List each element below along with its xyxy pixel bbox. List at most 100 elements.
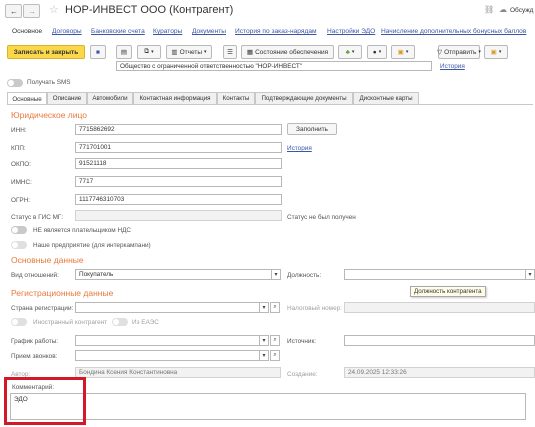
country-search-button[interactable]: ⌕: [270, 302, 280, 313]
country-label: Страна регистрации:: [11, 305, 74, 312]
table-icon: ▦: [246, 49, 254, 56]
relation-label: Вид отношений:: [11, 272, 59, 279]
fill-button[interactable]: Заполнить: [287, 123, 337, 135]
kpp-label: КПП:: [11, 145, 26, 152]
tab-bonus-points[interactable]: Начисление дополнительных бонусных балло…: [381, 28, 526, 35]
tab-contacts[interactable]: Контакты: [217, 92, 255, 104]
create-based-button[interactable]: ▣ ▾: [391, 45, 415, 59]
gis-status-label: Статус в ГИС МГ:: [11, 214, 64, 221]
calls-search-button[interactable]: ⌕: [270, 350, 280, 361]
save-button[interactable]: ■: [90, 45, 106, 59]
reports-label: Отчеты: [179, 48, 203, 56]
country-dropdown-button[interactable]: ▾: [259, 302, 269, 313]
tab-contracts[interactable]: Договоры: [52, 28, 82, 35]
position-select[interactable]: [344, 269, 531, 280]
status-label: Состояние обеспечения: [255, 48, 329, 56]
print-button[interactable]: ▤: [116, 45, 132, 59]
created-label: Создание:: [287, 371, 318, 378]
fill-button-label: Заполнить: [296, 125, 328, 133]
back-button[interactable]: ←: [5, 4, 22, 18]
list-icon: ☰: [227, 49, 233, 56]
tab-divider: [7, 104, 533, 105]
tab-edo-settings[interactable]: Настройки ЭДО: [327, 28, 375, 35]
more-button[interactable]: ● ▾: [367, 45, 387, 59]
position-dropdown-button[interactable]: ▾: [525, 269, 535, 280]
chevron-down-icon: ▾: [262, 353, 266, 359]
relation-select[interactable]: Покупатель: [75, 269, 281, 280]
tab-bank-accounts[interactable]: Банковские счета: [91, 28, 145, 35]
tab-supporting-docs[interactable]: Подтверждающие документы: [255, 92, 353, 104]
position-tooltip: Должность контрагента: [410, 286, 486, 297]
name-history-link[interactable]: История: [440, 63, 465, 70]
created-field: 24.09.2025 12:33:26: [344, 367, 535, 378]
imns-field[interactable]: 7717: [75, 176, 282, 187]
copy-icon: ⧉: [144, 48, 150, 55]
calls-dropdown-button[interactable]: ▾: [259, 350, 269, 361]
group-button[interactable]: ♣ ▾: [338, 45, 362, 59]
source-label: Источник:: [287, 338, 317, 345]
tab-discount-cards-label: Дисконтные карты: [359, 95, 413, 102]
attach-button[interactable]: ▣ ▾: [484, 45, 508, 59]
eaes-label: Из ЕАЭС: [132, 319, 159, 326]
send-icon: ▽: [437, 49, 443, 56]
tab-contacts-label: Контакты: [222, 95, 250, 102]
chevron-down-icon: ▾: [351, 49, 355, 55]
schedule-dropdown-button[interactable]: ▾: [259, 335, 269, 346]
tab-description-label: Описание: [52, 95, 82, 102]
tab-description[interactable]: Описание: [47, 92, 87, 104]
ogrn-field[interactable]: 1117746310703: [75, 194, 282, 205]
tab-contact-info[interactable]: Контактная информация: [133, 92, 217, 104]
attach-icon: ▣: [490, 49, 497, 56]
registration-section: Регистрационные данные: [11, 288, 114, 298]
more-icon: ●: [372, 48, 377, 56]
comment-field[interactable]: ЭДО: [10, 393, 526, 420]
schedule-field[interactable]: [75, 335, 269, 346]
tab-basic-label: Основные: [12, 95, 42, 103]
discuss-icon[interactable]: ☁: [499, 6, 507, 14]
tab-main[interactable]: Основное: [12, 28, 42, 35]
relation-dropdown-button[interactable]: ▾: [271, 269, 281, 280]
gis-status-text: Статус не был получен: [287, 214, 356, 221]
schedule-search-button[interactable]: ⌕: [270, 335, 280, 346]
okpo-field[interactable]: 91521118: [75, 158, 282, 169]
inn-field[interactable]: 7715862692: [75, 124, 282, 135]
save-and-close-button[interactable]: Записать и закрыть: [7, 45, 85, 59]
tab-curators[interactable]: Кураторы: [153, 28, 182, 35]
vat-toggle[interactable]: [11, 226, 27, 234]
copy-button[interactable]: ⧉ ▾: [137, 45, 161, 59]
document-icon: ▣: [397, 49, 404, 56]
eaes-toggle: [112, 318, 128, 326]
source-field[interactable]: [344, 335, 535, 346]
legal-entity-section: Юридическое лицо: [11, 110, 88, 120]
chevron-down-icon: ▾: [498, 49, 502, 55]
tab-order-history[interactable]: История по заказ-нарядам: [235, 28, 317, 35]
calls-field[interactable]: [75, 350, 269, 361]
tab-documents[interactable]: Документы: [192, 28, 226, 35]
kpp-field[interactable]: 771701001: [75, 142, 282, 153]
full-name-field[interactable]: Общество с ограниченной ответственностью…: [116, 61, 432, 71]
chevron-down-icon: ▾: [378, 49, 382, 55]
foreign-label: Иностранный контрагент: [33, 319, 108, 326]
reports-button[interactable]: ▥ Отчеты ▾: [166, 45, 212, 59]
users-icon: ♣: [345, 48, 350, 56]
ogrn-label: ОГРН:: [11, 197, 31, 204]
favorite-star-icon[interactable]: ☆: [49, 5, 59, 16]
chevron-down-icon: ▾: [274, 272, 278, 278]
tab-discount-cards[interactable]: Дисконтные карты: [353, 92, 419, 104]
send-label: Отправить: [444, 48, 477, 56]
kpp-history-link[interactable]: История: [287, 145, 312, 152]
sms-toggle[interactable]: [7, 79, 23, 87]
link-icon[interactable]: ⛓: [484, 6, 494, 14]
intercompany-toggle[interactable]: [11, 241, 27, 249]
tab-cars-label: Автомобили: [92, 95, 128, 102]
send-button[interactable]: ▽ Отправить ▾: [437, 45, 481, 59]
main-data-section: Основные данные: [11, 255, 84, 265]
tab-cars[interactable]: Автомобили: [87, 92, 133, 104]
list-button[interactable]: ☰: [223, 45, 237, 59]
tax-number-field: [344, 302, 535, 313]
country-field[interactable]: [75, 302, 269, 313]
inn-label: ИНН:: [11, 127, 27, 134]
status-button[interactable]: ▦ Состояние обеспечения: [241, 45, 334, 59]
forward-button[interactable]: →: [23, 4, 40, 18]
discuss-label[interactable]: Обсужд: [510, 7, 533, 15]
